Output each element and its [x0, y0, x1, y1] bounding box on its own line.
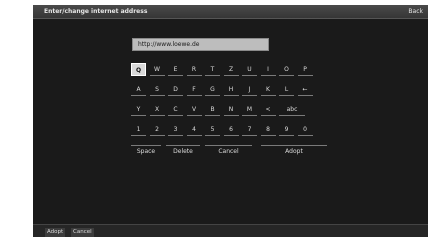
- key-1[interactable]: 1: [131, 123, 146, 136]
- key-y[interactable]: Y: [131, 103, 146, 116]
- key-j[interactable]: J: [242, 83, 257, 96]
- key-b[interactable]: B: [205, 103, 220, 116]
- key-g[interactable]: G: [205, 83, 220, 96]
- key-n[interactable]: N: [223, 103, 239, 116]
- key-l[interactable]: L: [279, 83, 294, 96]
- key-8[interactable]: 8: [260, 123, 276, 136]
- key-o[interactable]: O: [279, 63, 294, 76]
- keyboard-row: 1234567890: [131, 123, 321, 143]
- key-f[interactable]: F: [186, 83, 202, 96]
- keyboard-row: Y X C V B N M < abc: [131, 103, 321, 123]
- browser-url-dialog: Enter/change internet address Back http:…: [33, 5, 428, 237]
- key-5[interactable]: 5: [205, 123, 220, 136]
- key-less-than[interactable]: <: [260, 103, 276, 116]
- key-u[interactable]: U: [242, 63, 257, 76]
- keyboard-row: QWERTZUIOP: [131, 63, 321, 83]
- key-z[interactable]: Z: [223, 63, 239, 76]
- key-v[interactable]: V: [186, 103, 202, 116]
- key-s[interactable]: S: [149, 83, 165, 96]
- delete-key[interactable]: Delete: [166, 145, 200, 157]
- keyboard-action-row: Space Delete Cancel Adopt: [131, 145, 331, 159]
- on-screen-keyboard: Q W E R T Z U I O P A S D F G H J K L ← Y X C V B N M < abc 1 2 3 4 5 6 7 8 9…: [131, 63, 321, 143]
- key-abc[interactable]: abc: [279, 103, 305, 116]
- key-d[interactable]: D: [168, 83, 183, 96]
- key-h[interactable]: H: [223, 83, 239, 96]
- key-m[interactable]: M: [242, 103, 257, 116]
- key-r[interactable]: R: [186, 63, 202, 76]
- footer-bar: Adopt Cancel: [33, 224, 428, 237]
- key-4[interactable]: 4: [186, 123, 202, 136]
- key-e[interactable]: E: [168, 63, 183, 76]
- dialog-title: Enter/change internet address: [44, 8, 148, 15]
- key-2[interactable]: 2: [149, 123, 165, 136]
- key-p[interactable]: P: [297, 63, 313, 76]
- adopt-key[interactable]: Adopt: [261, 145, 327, 157]
- url-input[interactable]: http://www.loewe.de: [132, 38, 269, 51]
- key-a[interactable]: A: [131, 83, 146, 96]
- key-7[interactable]: 7: [242, 123, 257, 136]
- key-w[interactable]: W: [149, 63, 165, 76]
- key-3[interactable]: 3: [168, 123, 183, 136]
- key-6[interactable]: 6: [223, 123, 239, 136]
- key-x[interactable]: X: [149, 103, 165, 116]
- key-i[interactable]: I: [260, 63, 276, 76]
- keyboard-row: A S D F G H J K L ←: [131, 83, 321, 103]
- key-backspace[interactable]: ←: [297, 83, 313, 96]
- footer-adopt-button[interactable]: Adopt: [45, 228, 66, 237]
- cancel-key[interactable]: Cancel: [205, 145, 252, 157]
- key-q[interactable]: Q: [131, 63, 146, 76]
- key-k[interactable]: K: [260, 83, 276, 96]
- back-button[interactable]: Back: [408, 8, 423, 15]
- key-9[interactable]: 9: [279, 123, 294, 136]
- space-key[interactable]: Space: [131, 145, 161, 157]
- key-t[interactable]: T: [205, 63, 220, 76]
- footer-cancel-button[interactable]: Cancel: [71, 228, 94, 237]
- key-0[interactable]: 0: [297, 123, 313, 136]
- title-bar: Enter/change internet address Back: [33, 5, 428, 19]
- key-c[interactable]: C: [168, 103, 183, 116]
